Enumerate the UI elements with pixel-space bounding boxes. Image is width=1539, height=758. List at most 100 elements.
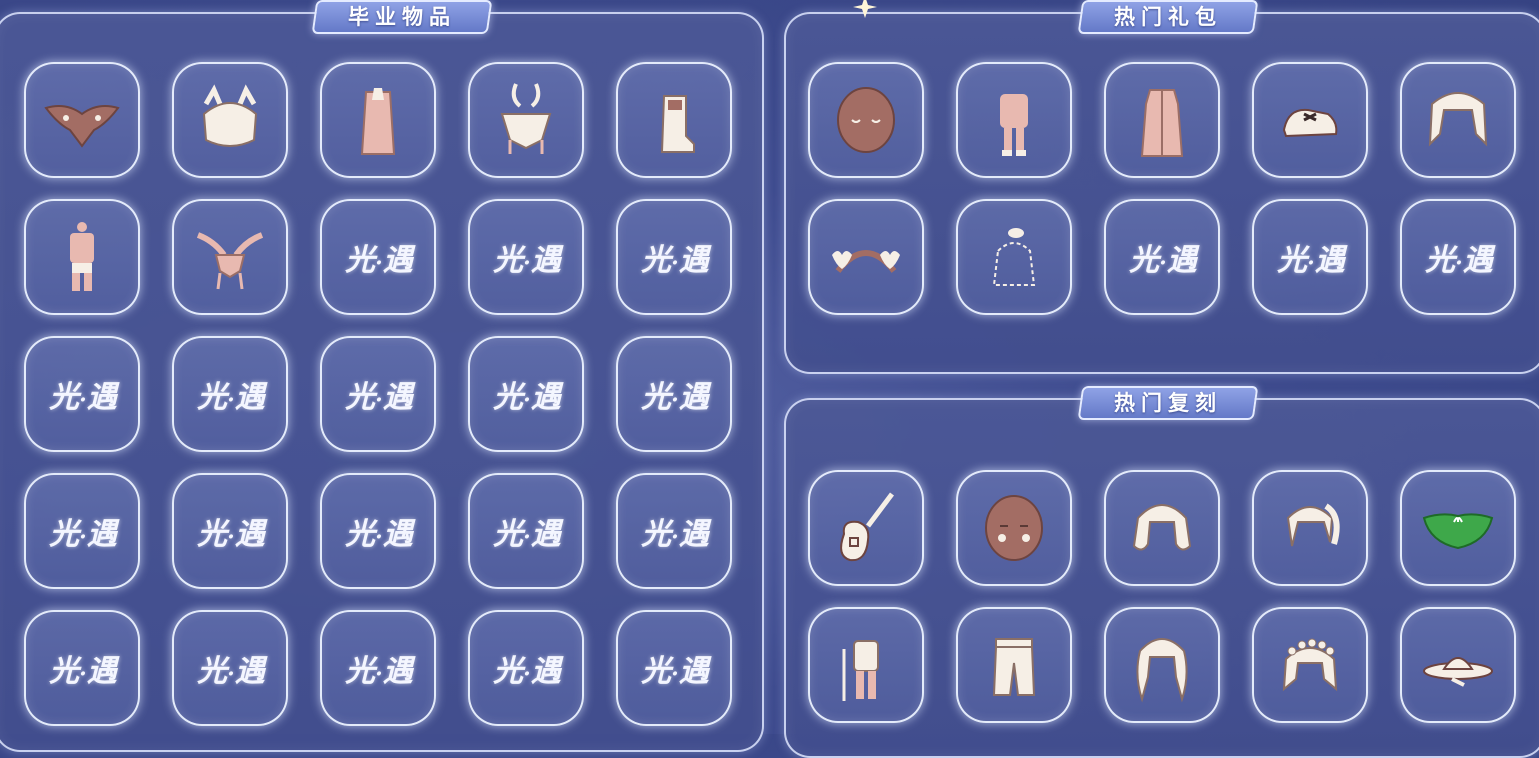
logo-dot: · <box>79 661 87 687</box>
hot-reprint-item-slot[interactable] <box>1104 607 1220 723</box>
logo-dot: · <box>375 250 383 276</box>
graduation-item-slot[interactable] <box>172 199 288 315</box>
logo-left: 光 <box>49 380 79 415</box>
logo-left: 光 <box>641 654 671 689</box>
graduation-item-slot[interactable] <box>24 62 140 178</box>
logo-right: 遇 <box>530 243 561 278</box>
graduation-item-slot[interactable]: 光·遇 <box>24 473 140 589</box>
logo-dot: · <box>79 387 87 413</box>
hot-reprints-items-grid <box>808 470 1516 723</box>
sky-logo-placeholder-icon: 光·遇 <box>1425 235 1493 279</box>
logo-dot: · <box>227 387 235 413</box>
graduation-item-slot[interactable] <box>320 62 436 178</box>
sky-logo-placeholder-icon: 光·遇 <box>197 646 265 690</box>
sky-logo-placeholder-icon: 光·遇 <box>493 509 561 553</box>
ponytail-hair-icon <box>1286 503 1340 547</box>
graduation-item-slot[interactable]: 光·遇 <box>468 610 584 726</box>
graduation-items-grid: 光·遇 光·遇 光·遇 光·遇 光·遇 光·遇 光·遇 光·遇 光·遇 光·遇 光·遇 光·遇 光·遇光… <box>24 62 732 726</box>
hot-gift-item-slot[interactable] <box>808 199 924 315</box>
green-cape-icon <box>1422 513 1494 550</box>
sky-logo-placeholder-icon: 光·遇 <box>345 372 413 416</box>
logo-left: 光 <box>49 517 79 552</box>
graduation-item-slot[interactable] <box>616 62 732 178</box>
logo-left: 光 <box>197 380 227 415</box>
graduation-item-slot[interactable]: 光·遇 <box>468 473 584 589</box>
hot-reprint-item-slot[interactable] <box>1400 607 1516 723</box>
graduation-item-slot[interactable]: 光·遇 <box>616 336 732 452</box>
hot-gift-item-slot[interactable]: 光·遇 <box>1252 199 1368 315</box>
logo-dot: · <box>671 661 679 687</box>
logo-right: 遇 <box>530 380 561 415</box>
graduation-panel-title: 毕业物品 <box>311 0 493 34</box>
graduation-item-slot[interactable]: 光·遇 <box>172 473 288 589</box>
hot-gift-item-slot[interactable]: 光·遇 <box>1400 199 1516 315</box>
sky-logo-placeholder-icon: 光·遇 <box>1277 235 1345 279</box>
graduation-item-slot[interactable] <box>172 62 288 178</box>
hot-gift-item-slot[interactable] <box>808 62 924 178</box>
hot-gift-item-slot[interactable] <box>956 199 1072 315</box>
logo-dot: · <box>523 661 531 687</box>
graduation-item-slot[interactable]: 光·遇 <box>468 336 584 452</box>
graduation-item-slot[interactable]: 光·遇 <box>320 336 436 452</box>
guitar-icon <box>840 492 894 562</box>
logo-right: 遇 <box>86 654 117 689</box>
hot-reprint-item-slot[interactable] <box>956 470 1072 586</box>
logo-dot: · <box>227 524 235 550</box>
wing-cape-icon <box>44 105 120 148</box>
sky-logo-placeholder-icon: 光·遇 <box>49 372 117 416</box>
heart-headband-icon <box>832 250 900 273</box>
hot-reprint-item-slot[interactable] <box>1252 470 1368 586</box>
logo-right: 遇 <box>234 654 265 689</box>
graduation-item-slot[interactable] <box>24 199 140 315</box>
hot-reprint-item-slot[interactable] <box>1400 470 1516 586</box>
hot-gifts-panel-title: 热门礼包 <box>1077 0 1259 34</box>
hot-gift-item-slot[interactable] <box>1252 62 1368 178</box>
hot-reprint-item-slot[interactable] <box>1252 607 1368 723</box>
logo-right: 遇 <box>234 517 265 552</box>
hot-gift-item-slot[interactable] <box>1400 62 1516 178</box>
outfit-icon <box>70 222 94 291</box>
logo-left: 光 <box>345 380 375 415</box>
graduation-item-slot[interactable] <box>468 62 584 178</box>
graduation-item-slot[interactable]: 光·遇 <box>172 336 288 452</box>
sky-logo-placeholder-icon: 光·遇 <box>345 235 413 279</box>
graduation-item-slot[interactable]: 光·遇 <box>24 336 140 452</box>
hot-gift-item-slot[interactable]: 光·遇 <box>1104 199 1220 315</box>
graduation-item-slot[interactable]: 光·遇 <box>616 610 732 726</box>
hot-gift-item-slot[interactable] <box>956 62 1072 178</box>
sky-logo-placeholder-icon: 光·遇 <box>641 235 709 279</box>
long-wavy-hair-icon <box>1136 638 1188 703</box>
logo-left: 光 <box>493 517 523 552</box>
antler-mask-icon <box>500 83 552 154</box>
graduation-item-slot[interactable]: 光·遇 <box>172 610 288 726</box>
outfit-with-staff-icon <box>842 640 879 701</box>
graduation-item-slot[interactable]: 光·遇 <box>24 610 140 726</box>
logo-dot: · <box>375 387 383 413</box>
logo-right: 遇 <box>1314 243 1345 278</box>
graduation-item-slot[interactable]: 光·遇 <box>320 610 436 726</box>
logo-right: 遇 <box>530 517 561 552</box>
hot-gift-item-slot[interactable] <box>1104 62 1220 178</box>
graduation-item-slot[interactable]: 光·遇 <box>320 473 436 589</box>
graduation-item-slot[interactable]: 光·遇 <box>616 199 732 315</box>
graduation-item-slot[interactable]: 光·遇 <box>320 199 436 315</box>
logo-right: 遇 <box>86 380 117 415</box>
hot-reprint-item-slot[interactable] <box>808 607 924 723</box>
blush-mask-icon <box>985 495 1043 561</box>
graduation-item-slot[interactable]: 光·遇 <box>468 199 584 315</box>
winged-necklace-icon <box>196 232 264 290</box>
logo-right: 遇 <box>530 654 561 689</box>
logo-left: 光 <box>345 243 375 278</box>
logo-dot: · <box>79 524 87 550</box>
hot-reprint-item-slot[interactable] <box>956 607 1072 723</box>
logo-left: 光 <box>1129 243 1159 278</box>
logo-left: 光 <box>493 243 523 278</box>
twin-tail-hair-icon <box>1428 92 1488 147</box>
logo-dot: · <box>671 250 679 276</box>
logo-left: 光 <box>641 243 671 278</box>
graduation-item-slot[interactable]: 光·遇 <box>616 473 732 589</box>
hot-reprint-item-slot[interactable] <box>808 470 924 586</box>
hot-reprint-item-slot[interactable] <box>1104 470 1220 586</box>
logo-left: 光 <box>197 654 227 689</box>
sky-logo-placeholder-icon: 光·遇 <box>49 646 117 690</box>
